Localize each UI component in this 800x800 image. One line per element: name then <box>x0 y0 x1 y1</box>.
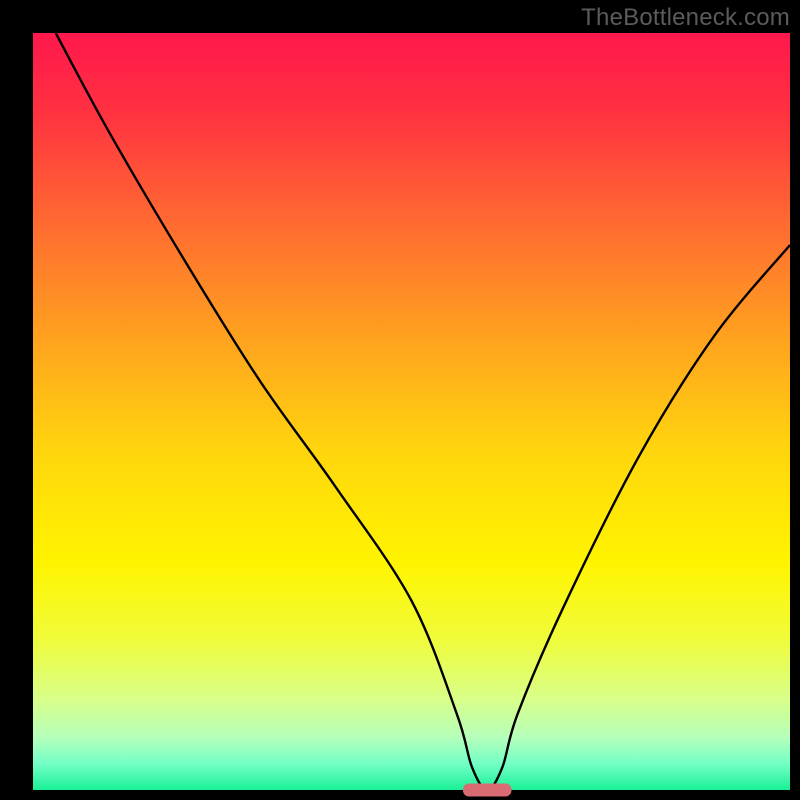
plot-background <box>33 33 790 790</box>
bottleneck-chart <box>0 0 800 800</box>
chart-frame: TheBottleneck.com <box>0 0 800 800</box>
watermark-label: TheBottleneck.com <box>581 4 790 32</box>
optimal-marker <box>463 784 511 797</box>
